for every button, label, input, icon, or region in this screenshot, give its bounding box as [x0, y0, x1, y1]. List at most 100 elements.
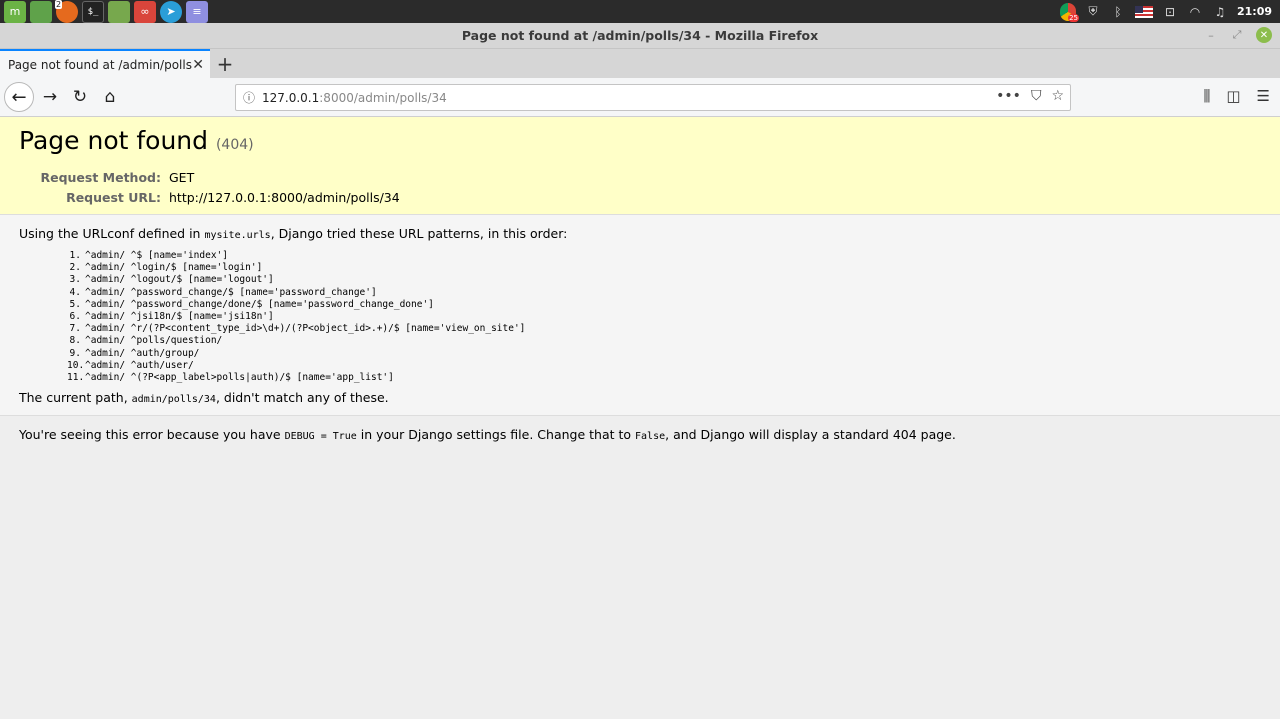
intro-prefix: Using the URLconf defined in: [19, 226, 205, 241]
debug-explanation: You're seeing this error because you hav…: [0, 416, 1280, 453]
minimize-icon[interactable]: –: [1204, 29, 1218, 42]
page-actions-icon[interactable]: •••: [996, 88, 1021, 104]
shield-icon[interactable]: ⛨: [1085, 4, 1101, 20]
pocket-icon[interactable]: ⛉: [1031, 88, 1042, 104]
clock[interactable]: 21:09: [1237, 5, 1272, 18]
url-text[interactable]: 127.0.0.1:8000/admin/polls/34: [262, 91, 447, 105]
url-pattern-text: ^admin/ ^password_change/$ [name='passwo…: [85, 286, 377, 298]
url-pattern-text: ^admin/ ^login/$ [name='login']: [85, 262, 263, 274]
current-suffix: , didn't match any of these.: [215, 390, 389, 406]
bluetooth-icon[interactable]: ᛒ: [1110, 4, 1126, 20]
request-url-label: Request URL:: [66, 189, 161, 205]
url-pattern-number: 4.: [69, 286, 81, 298]
url-actions: ••• ⛉ ☆: [996, 88, 1064, 104]
maximize-icon[interactable]: ⤢: [1230, 28, 1244, 42]
update-manager-icon[interactable]: ⊡: [1162, 4, 1178, 20]
url-pattern-number: 5.: [69, 298, 81, 310]
url-pattern-number: 9.: [69, 347, 81, 359]
url-pattern-number: 8.: [69, 335, 81, 347]
url-bar[interactable]: ⓘ 127.0.0.1:8000/admin/polls/34 ••• ⛉ ☆: [235, 84, 1071, 111]
site-info-icon[interactable]: ⓘ: [236, 89, 262, 106]
panel-launchers: m 2 $_ ∞ ➤ ≡: [0, 0, 208, 23]
error-title: Page not found: [19, 126, 209, 155]
home-icon[interactable]: ⌂: [97, 84, 123, 110]
tab-label: Page not found at /admin/polls/34: [8, 57, 193, 72]
notes-glyph: ≡: [192, 5, 202, 18]
url-pattern-item: 1. ^admin/ ^$ [name='index']: [67, 250, 1261, 262]
firefox-icon[interactable]: 2: [55, 0, 78, 23]
terminal-icon[interactable]: $_: [82, 0, 104, 23]
reload-icon[interactable]: ↻: [67, 84, 93, 110]
url-pattern-item: 6. ^admin/ ^jsi18n/$ [name='jsi18n']: [67, 311, 1261, 323]
url-pattern-item: 5. ^admin/ ^password_change/done/$ [name=…: [67, 299, 1261, 311]
tab-strip: Page not found at /admin/polls/34 ✕ +: [0, 49, 1280, 78]
window-title: Page not found at /admin/polls/34 - Mozi…: [461, 28, 819, 43]
window-controls: – ⤢ ✕: [1204, 27, 1272, 43]
request-url-row: Request URL: http://127.0.0.1:8000/admin…: [19, 187, 1261, 207]
explanation-part2: in your Django settings file. Change tha…: [356, 427, 636, 443]
url-pattern-item: 2. ^admin/ ^login/$ [name='login']: [67, 262, 1261, 274]
notes-icon[interactable]: ≡: [186, 0, 208, 23]
request-method-value: GET: [169, 169, 195, 185]
telegram-glyph: ➤: [166, 5, 176, 18]
url-pattern-text: ^admin/ ^jsi18n/$ [name='jsi18n']: [85, 311, 274, 323]
sidebar-icon[interactable]: ◫: [1226, 87, 1240, 105]
urlconf-name: mysite.urls: [204, 230, 271, 241]
error-code: (404): [215, 137, 254, 153]
url-pattern-text: ^admin/ ^polls/question/: [85, 335, 223, 347]
url-pattern-text: ^admin/ ^password_change/done/$ [name='p…: [85, 298, 434, 310]
url-pattern-item: 11. ^admin/ ^(?P<app_label>polls|auth)/$ …: [67, 372, 1261, 384]
request-method-label: Request Method:: [40, 169, 161, 185]
firefox-window-count: 2: [55, 0, 63, 9]
tab-active[interactable]: Page not found at /admin/polls/34 ✕: [0, 49, 210, 78]
library-icon[interactable]: ⫼: [1203, 87, 1210, 105]
mint-menu-icon[interactable]: m: [4, 0, 26, 23]
url-pattern-text: ^admin/ ^logout/$ [name='logout']: [85, 274, 274, 286]
request-url-value: http://127.0.0.1:8000/admin/polls/34: [169, 189, 400, 205]
explanation-part3: , and Django will display a standard 404…: [665, 427, 956, 443]
explanation-text: You're seeing this error because you hav…: [19, 427, 1261, 442]
close-window-icon[interactable]: ✕: [1256, 27, 1272, 43]
menu-hamburger-icon[interactable]: ☰: [1257, 87, 1270, 105]
url-host: 127.0.0.1: [262, 90, 320, 105]
url-path: :8000/admin/polls/34: [319, 90, 447, 105]
back-arrow-icon[interactable]: ←: [4, 82, 34, 112]
url-pattern-number: 11.: [67, 372, 85, 384]
files-icon[interactable]: [30, 0, 52, 23]
debug-setting: DEBUG = True: [284, 431, 357, 443]
forward-arrow-icon[interactable]: →: [37, 84, 63, 110]
keyboard-layout-flag-icon[interactable]: [1134, 5, 1153, 18]
window-titlebar[interactable]: Page not found at /admin/polls/34 - Mozi…: [0, 23, 1280, 49]
wifi-icon[interactable]: ◠: [1187, 4, 1203, 20]
mail-icon[interactable]: ∞: [134, 0, 156, 23]
url-pattern-number: 2.: [69, 262, 81, 274]
url-pattern-item: 8. ^admin/ ^polls/question/: [67, 335, 1261, 347]
url-pattern-number: 6.: [69, 311, 81, 323]
url-pattern-item: 10. ^admin/ ^auth/user/: [67, 360, 1261, 372]
mint-menu-glyph: m: [9, 5, 21, 18]
system-tray: 25 ⛨ ᛒ ⊡ ◠ ♫ 21:09: [1059, 2, 1280, 22]
telegram-icon[interactable]: ➤: [160, 0, 182, 23]
navigation-toolbar: ← → ↻ ⌂ ⓘ 127.0.0.1:8000/admin/polls/34 …: [0, 78, 1280, 117]
tab-close-icon[interactable]: ✕: [192, 57, 204, 73]
url-pattern-text: ^admin/ ^auth/group/: [85, 347, 200, 359]
new-tab-icon[interactable]: +: [210, 49, 240, 78]
current-path-text: The current path, admin/polls/34, didn't…: [19, 390, 1261, 405]
url-pattern-number: 3.: [69, 274, 81, 286]
page-title: Page not found (404): [19, 126, 1261, 155]
chrome-badge: 25: [1068, 13, 1079, 22]
sound-icon[interactable]: ♫: [1212, 4, 1228, 20]
urlconf-intro: Using the URLconf defined in mysite.urls…: [19, 226, 1261, 241]
chrome-tray-icon[interactable]: 25: [1059, 2, 1079, 22]
bookmark-star-icon[interactable]: ☆: [1051, 88, 1064, 104]
error-summary: Page not found (404) Request Method: GET…: [0, 117, 1280, 215]
url-pattern-list: 1. ^admin/ ^$ [name='index'] 2. ^admin/ ^lo…: [67, 250, 1261, 384]
urlconf-info: Using the URLconf defined in mysite.urls…: [0, 215, 1280, 417]
url-pattern-text: ^admin/ ^r/(?P<content_type_id>\d+)/(?P<…: [85, 323, 526, 335]
folder-icon[interactable]: [108, 0, 130, 23]
current-prefix: The current path,: [19, 390, 132, 406]
url-pattern-item: 3. ^admin/ ^logout/$ [name='logout']: [67, 274, 1261, 286]
explanation-part1: You're seeing this error because you hav…: [19, 427, 285, 443]
system-panel: m 2 $_ ∞ ➤ ≡ 25 ⛨ ᛒ ⊡ ◠ ♫ 21:09: [0, 0, 1280, 23]
url-pattern-text: ^admin/ ^$ [name='index']: [85, 250, 228, 261]
